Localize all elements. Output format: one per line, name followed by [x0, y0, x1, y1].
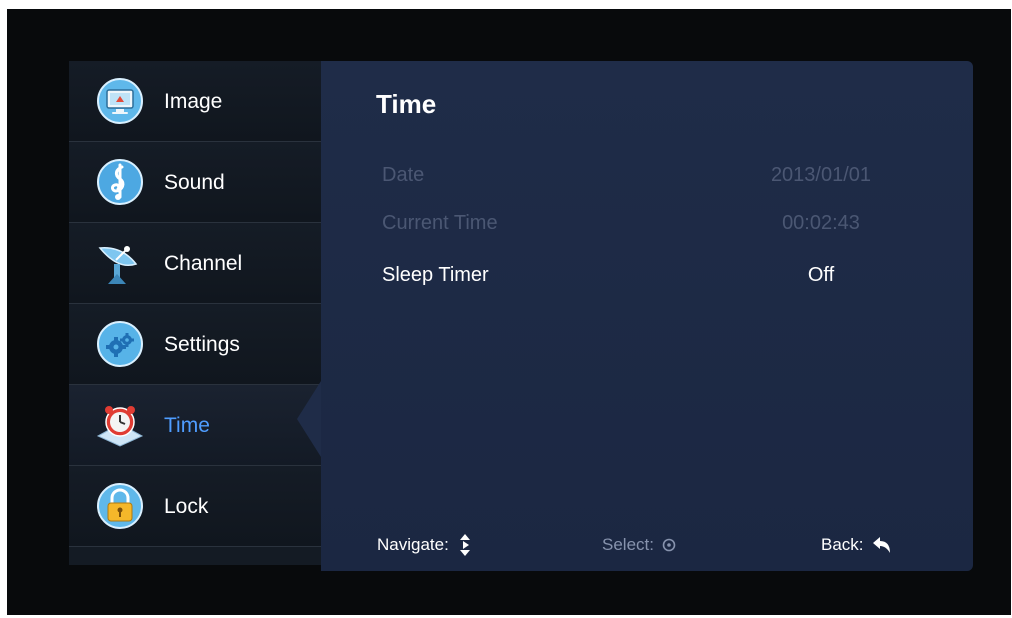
- sidebar-item-lock[interactable]: Lock: [69, 466, 323, 547]
- sidebar-item-image[interactable]: Image: [69, 61, 323, 142]
- sidebar-item-label: Lock: [164, 495, 209, 518]
- sidebar-item-settings[interactable]: Settings: [69, 304, 323, 385]
- sidebar-item-label: Settings: [164, 333, 240, 356]
- back-hint-label: Back:: [821, 535, 864, 554]
- sidebar-item-time[interactable]: Time: [69, 385, 323, 466]
- select-hint-label: Select:: [602, 535, 654, 554]
- key-hints-bar: Navigate: Select: Back:: [321, 527, 973, 563]
- music-note-icon: [96, 159, 144, 205]
- up-down-arrows-icon: [459, 534, 470, 556]
- back-hint: Back:: [821, 527, 892, 563]
- select-hint: Select:: [602, 527, 676, 563]
- alarm-clock-icon: [96, 402, 144, 448]
- sidebar-item-label: Sound: [164, 171, 225, 194]
- ok-button-icon: [662, 538, 676, 552]
- tv-screen: Image Sound Channel Settings Time Lock T…: [7, 9, 1011, 615]
- time-settings-panel: Time Date 2013/01/01 Current Time 00:02:…: [321, 61, 973, 571]
- sidebar-item-sound[interactable]: Sound: [69, 142, 323, 223]
- current-time-row: Current Time 00:02:43: [321, 205, 973, 241]
- sidebar-item-channel[interactable]: Channel: [69, 223, 323, 304]
- sidebar-item-label: Time: [164, 414, 210, 437]
- date-row: Date 2013/01/01: [321, 157, 973, 193]
- return-arrow-icon: [872, 537, 890, 553]
- selection-pointer: [297, 381, 321, 457]
- current-time-value: 00:02:43: [782, 212, 860, 234]
- navigate-hint-label: Navigate:: [377, 535, 449, 554]
- sleep-timer-row[interactable]: Sleep Timer Off: [321, 257, 973, 293]
- sidebar-menu: Image Sound Channel Settings Time Lock: [69, 61, 323, 565]
- date-label: Date: [382, 164, 425, 186]
- sleep-timer-label: Sleep Timer: [382, 264, 489, 286]
- sidebar-item-label: Channel: [164, 252, 243, 275]
- satellite-dish-icon: [96, 240, 144, 286]
- monitor-icon: [96, 78, 144, 124]
- navigate-hint: Navigate:: [377, 527, 473, 563]
- gear-icon: [96, 321, 144, 367]
- sleep-timer-value[interactable]: Off: [701, 257, 941, 293]
- sidebar-item-label: Image: [164, 90, 223, 113]
- current-time-label: Current Time: [382, 212, 498, 234]
- page-title: Time: [376, 89, 437, 119]
- padlock-icon: [96, 483, 144, 529]
- date-value: 2013/01/01: [770, 164, 872, 186]
